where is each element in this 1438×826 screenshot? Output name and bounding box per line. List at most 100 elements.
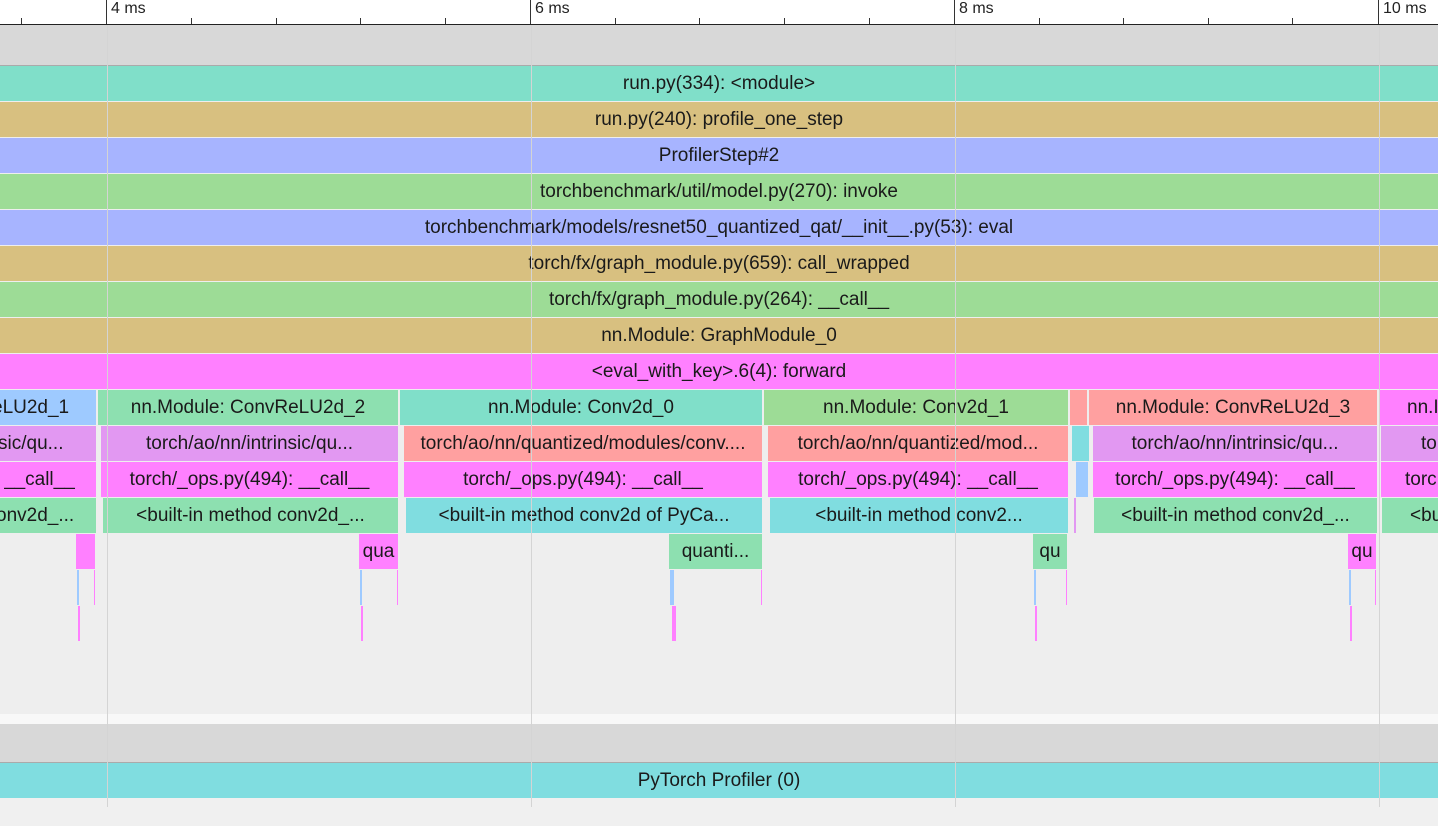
flame-slice[interactable]: torch/ao/nn/quantized/modules/conv.... <box>404 426 762 461</box>
ruler-minor-tick <box>1123 18 1124 24</box>
flame-slice[interactable]: torch/fx/graph_module.py(659): call_wrap… <box>0 246 1438 281</box>
flame-slice[interactable]: sic/qu... <box>0 426 96 461</box>
flame-slice[interactable]: quanti... <box>669 534 762 569</box>
slice-label: qu <box>1351 541 1373 562</box>
flame-slice[interactable] <box>1034 570 1036 605</box>
flame-slice[interactable] <box>1070 390 1087 425</box>
flame-slice[interactable]: torch/fx/graph_module.py(264): __call__ <box>0 282 1438 317</box>
flame-slice[interactable]: nn.Module: Conv2d_1 <box>764 390 1068 425</box>
flame-slice[interactable]: <built-in method conv2... <box>770 498 1068 533</box>
slice-label: torch/ao/nn/intrinsic/qu... <box>1131 433 1339 454</box>
slice-label: torch/_ops.py(494): __call__ <box>1115 469 1355 490</box>
flame-slice[interactable]: ProfilerStep#2 <box>0 138 1438 173</box>
ruler-tick-label: 6 ms <box>535 0 570 17</box>
flame-slice[interactable] <box>1072 426 1089 461</box>
ruler-minor-tick <box>615 18 616 24</box>
flame-slice[interactable]: <built-in method conv2d_... <box>103 498 398 533</box>
ruler-minor-tick <box>1039 18 1040 24</box>
flame-slice[interactable]: torch/_ops.py(494): __call__ <box>404 462 762 497</box>
slice-label: torc <box>1405 469 1437 490</box>
slice-label: to <box>1421 433 1437 454</box>
flame-slice[interactable]: qu <box>1348 534 1376 569</box>
slice-label: torch/_ops.py(494): __call__ <box>463 469 703 490</box>
flame-slice[interactable]: __call__ <box>0 462 96 497</box>
track-header[interactable] <box>0 25 1438 66</box>
flame-slice[interactable]: torch/_ops.py(494): __call__ <box>768 462 1068 497</box>
flame-slice[interactable]: torch/ao/nn/quantized/mod... <box>768 426 1068 461</box>
flame-slice[interactable]: <built-in method conv2d of PyCa... <box>406 498 762 533</box>
ruler-minor-tick <box>869 18 870 24</box>
flame-slice[interactable] <box>78 606 80 641</box>
flame-slice[interactable]: nn.Module: ConvReLU2d_2 <box>98 390 398 425</box>
flame-slice[interactable]: qua <box>359 534 398 569</box>
flame-slice[interactable]: torchbenchmark/models/resnet50_quantized… <box>0 210 1438 245</box>
flame-slice[interactable]: run.py(240): profile_one_step <box>0 102 1438 137</box>
flame-slice[interactable] <box>1074 498 1076 533</box>
flame-slice[interactable] <box>361 606 363 641</box>
ruler-minor-tick <box>1292 18 1293 24</box>
flame-slice[interactable]: nn.Module: GraphModule_0 <box>0 318 1438 353</box>
flame-slice[interactable]: torch/ao/nn/intrinsic/qu... <box>101 426 398 461</box>
flame-slice[interactable]: torch/_ops.py(494): __call__ <box>101 462 398 497</box>
slice-label: torch/ao/nn/intrinsic/qu... <box>146 433 353 454</box>
track-header[interactable] <box>0 724 1438 763</box>
flame-slice[interactable]: torc <box>1381 462 1438 497</box>
slice-label: nn.Module: GraphModule_0 <box>601 325 837 346</box>
slice-label: <built-in method conv2d_... <box>136 505 365 526</box>
flame-slice[interactable]: qu <box>1033 534 1067 569</box>
ruler-tick <box>1378 0 1379 24</box>
flame-slice[interactable] <box>1035 606 1037 641</box>
slice-label: onv2d_... <box>0 505 75 526</box>
flame-slice[interactable] <box>1350 606 1352 641</box>
flame-slice[interactable] <box>1375 570 1376 605</box>
time-ruler[interactable]: 4 ms 6 ms 8 ms 10 ms <box>0 0 1438 25</box>
flame-slice[interactable] <box>94 570 95 605</box>
slice-label: __call__ <box>4 469 75 490</box>
flame-slice[interactable] <box>76 534 95 569</box>
slice-label: nn.Module: ConvReLU2d_3 <box>1115 397 1351 418</box>
flame-slice[interactable] <box>77 570 79 605</box>
flame-slice[interactable] <box>1066 570 1067 605</box>
flame-slice[interactable]: nn.Module: ConvReLU2d_3 <box>1089 390 1377 425</box>
slice-label: torch/_ops.py(494): __call__ <box>129 469 370 490</box>
slice-label: torch/ao/nn/quantized/modules/conv.... <box>420 433 746 454</box>
flame-slice[interactable]: torchbenchmark/util/model.py(270): invok… <box>0 174 1438 209</box>
ruler-minor-tick <box>784 18 785 24</box>
ruler-minor-tick <box>191 18 192 24</box>
main-thread-track[interactable]: run.py(334): <module> run.py(240): profi… <box>0 25 1438 714</box>
flame-slice[interactable] <box>672 606 676 641</box>
flame-slice[interactable]: <bu <box>1382 498 1438 533</box>
flame-slice[interactable]: torch/_ops.py(494): __call__ <box>1093 462 1377 497</box>
slice-label: run.py(334): <module> <box>622 73 816 94</box>
flame-slice[interactable] <box>360 570 362 605</box>
slice-label: run.py(240): profile_one_step <box>594 109 844 130</box>
time-gridline <box>107 25 108 807</box>
slice-label: torch/fx/graph_module.py(659): call_wrap… <box>528 253 910 274</box>
flame-slice[interactable]: <eval_with_key>.6(4): forward <box>0 354 1438 389</box>
profiler-slice[interactable]: PyTorch Profiler (0) <box>0 763 1438 798</box>
slice-label: <built-in method conv2d_... <box>1121 505 1350 526</box>
flame-slice[interactable]: to <box>1381 426 1438 461</box>
flame-slice[interactable] <box>1349 570 1351 605</box>
slice-label: <built-in method conv2... <box>815 505 1023 526</box>
slice-label: torchbenchmark/util/model.py(270): invok… <box>539 181 898 202</box>
flame-slice[interactable]: onv2d_... <box>0 498 96 533</box>
flame-slice[interactable]: torch/ao/nn/intrinsic/qu... <box>1093 426 1377 461</box>
flame-slice[interactable] <box>670 570 674 605</box>
slice-label: quanti... <box>681 541 750 562</box>
flame-slice[interactable] <box>397 570 398 605</box>
ruler-minor-tick <box>699 18 700 24</box>
flame-slice[interactable] <box>761 570 762 605</box>
flame-slice[interactable]: <built-in method conv2d_... <box>1094 498 1377 533</box>
ruler-tick <box>530 0 531 24</box>
flame-slice[interactable]: run.py(334): <module> <box>0 66 1438 101</box>
flame-slice[interactable] <box>1076 462 1088 497</box>
time-gridline <box>531 25 532 807</box>
slice-label: nn.Module: ConvReLU2d_2 <box>130 397 366 418</box>
flame-slice[interactable]: eLU2d_1 <box>0 390 96 425</box>
slice-label: <bu <box>1410 505 1438 526</box>
flame-slice[interactable]: nn.I <box>1379 390 1438 425</box>
ruler-tick-label: 4 ms <box>111 0 146 17</box>
flame-slice[interactable]: nn.Module: Conv2d_0 <box>400 390 762 425</box>
profiler-track[interactable]: PyTorch Profiler (0) <box>0 724 1438 826</box>
